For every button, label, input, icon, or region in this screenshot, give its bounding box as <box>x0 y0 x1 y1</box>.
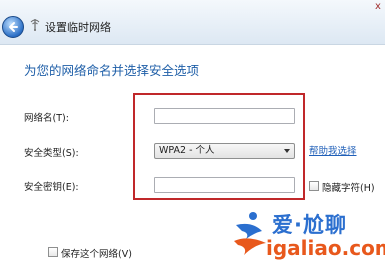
page-instruction: 为您的网络命名并选择安全选项 <box>24 63 200 78</box>
hide-characters-checkbox[interactable] <box>309 181 319 191</box>
chevron-down-icon <box>284 149 290 153</box>
security-type-select[interactable]: WPA2 - 个人 <box>154 143 295 159</box>
hide-characters-label: 隐藏字符(H) <box>322 183 375 194</box>
help-me-choose-link[interactable]: 帮助我选择 <box>309 143 357 157</box>
wizard-header: 设置临时网络 x <box>0 0 385 45</box>
save-network-checkbox[interactable] <box>48 247 58 257</box>
watermark: 爱·尬聊 igaliao.com <box>232 205 385 265</box>
security-type-label: 安全类型(S): <box>24 148 79 159</box>
back-button[interactable] <box>2 16 24 38</box>
security-key-input[interactable] <box>154 177 295 193</box>
wireless-network-icon <box>30 19 40 31</box>
security-key-label: 安全密钥(E): <box>24 182 79 193</box>
watermark-logo-icon <box>234 212 266 255</box>
watermark-url: igaliao.com <box>266 236 385 260</box>
wizard-title: 设置临时网络 <box>45 21 111 34</box>
security-type-value: WPA2 - 个人 <box>159 145 215 156</box>
save-network-label: 保存这个网络(V) <box>61 249 132 260</box>
watermark-text: 爱·尬聊 <box>272 213 347 237</box>
close-icon[interactable]: x <box>371 2 385 12</box>
network-name-label: 网络名(T): <box>24 113 69 124</box>
back-arrow-icon <box>9 22 18 32</box>
network-name-input[interactable] <box>154 108 295 124</box>
